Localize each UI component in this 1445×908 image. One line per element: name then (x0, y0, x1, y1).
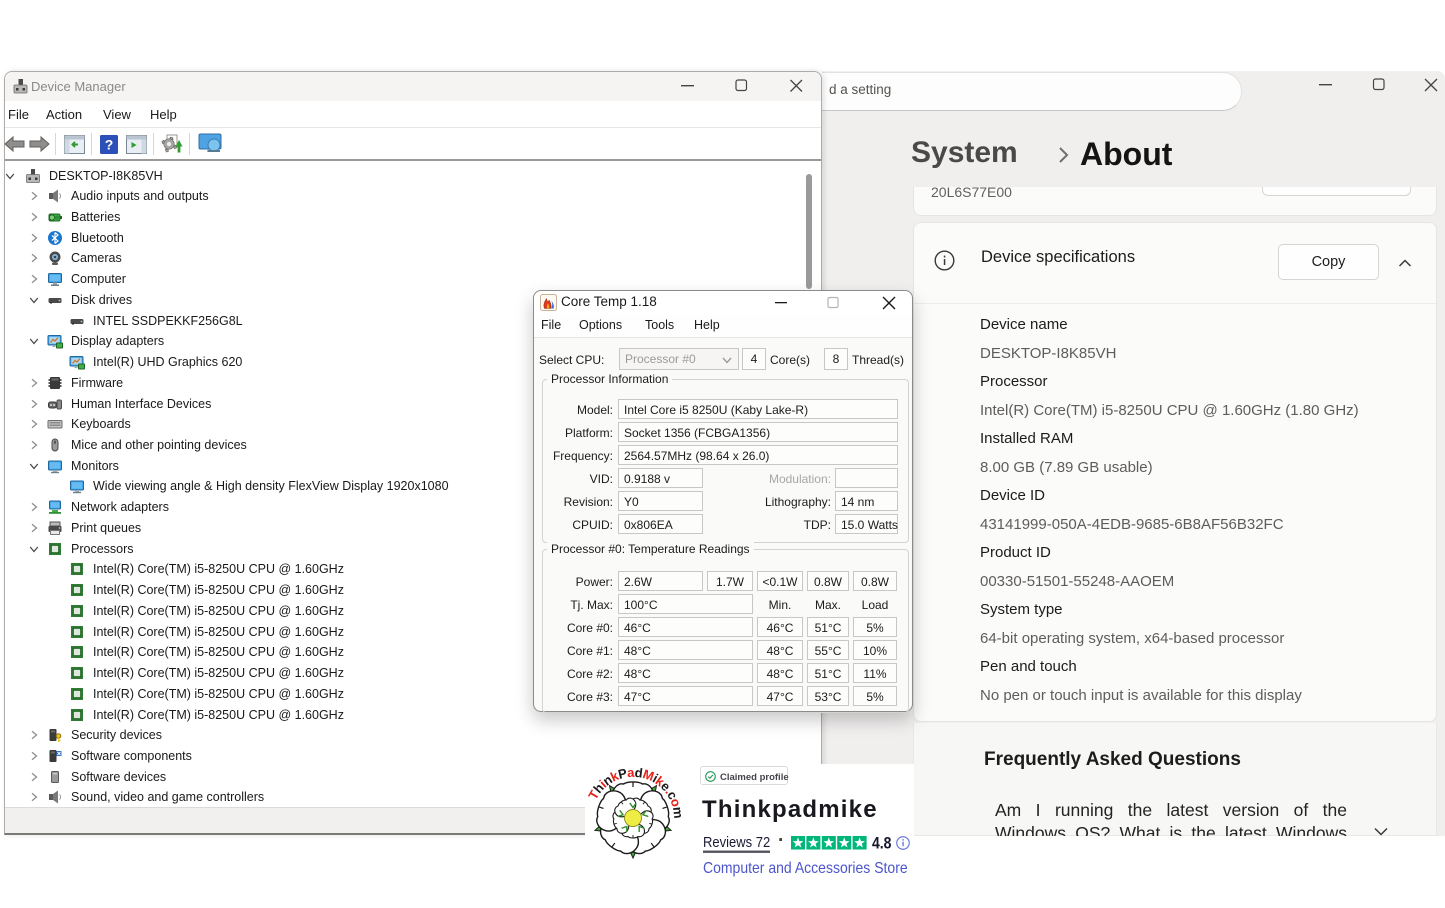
svg-text:?: ? (105, 137, 114, 153)
